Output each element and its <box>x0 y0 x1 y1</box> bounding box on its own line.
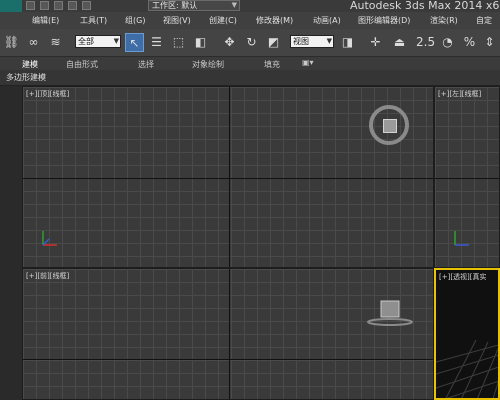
tab-selection[interactable]: 选择 <box>138 59 154 70</box>
menu-create[interactable]: 创建(C) <box>209 15 237 26</box>
scale-icon[interactable]: ◩ <box>264 33 283 52</box>
workspace-select-value: 工作区: 默认 <box>152 1 198 10</box>
menu-graph-editors[interactable]: 图形编辑器(D) <box>358 15 410 26</box>
ribbon-panel: 多边形建模 <box>0 70 500 86</box>
tab-modeling[interactable]: 建模 <box>22 59 38 70</box>
viewport-label[interactable]: [+][顶][线框] <box>26 89 69 99</box>
viewport-label[interactable]: [+][前][线框] <box>26 271 69 281</box>
app-title: Autodesk 3ds Max 2014 x64 <box>350 0 500 12</box>
app-icon[interactable] <box>0 0 22 12</box>
rotate-icon[interactable]: ↻ <box>242 33 261 52</box>
select-object-icon[interactable]: ↖ <box>125 33 144 52</box>
grid-axis-vertical <box>229 87 230 267</box>
axis-tripod-icon <box>454 231 469 246</box>
tab-object-paint[interactable]: 对象绘制 <box>192 59 224 70</box>
viewcube-face[interactable] <box>383 119 397 133</box>
link-icon[interactable]: ⛓ <box>2 33 21 52</box>
menu-views[interactable]: 视图(V) <box>163 15 191 26</box>
menu-modifiers[interactable]: 修改器(M) <box>256 15 293 26</box>
move-icon[interactable]: ✥ <box>220 33 239 52</box>
viewcube-icon[interactable] <box>369 105 409 145</box>
menu-rendering[interactable]: 渲染(R) <box>430 15 458 26</box>
workspace-select[interactable]: 工作区: 默认 ▼ <box>148 0 240 11</box>
bind-space-warp-icon[interactable]: ≋ <box>46 33 65 52</box>
grid-axis-horizontal <box>435 178 499 179</box>
spinner-snap-icon[interactable]: ⇕ <box>480 33 499 52</box>
menu-tools[interactable]: 工具(T) <box>80 15 107 26</box>
main-toolbar: ⛓ ∞ ≋ 全部 ▼ ↖ ☰ ⬚ ◧ ✥ ↻ ◩ 视图 ▼ ◨ ✛ ⏏ 2.5 … <box>0 29 500 57</box>
viewport-front[interactable]: [+][前][线框] <box>22 268 434 400</box>
chevron-down-icon: ▼ <box>231 1 237 9</box>
ribbon-options-icon[interactable]: ▣▾ <box>302 58 314 67</box>
viewport-perspective[interactable]: [+][透视][真实 <box>434 268 500 400</box>
reference-coord-value: 视图 <box>293 37 309 46</box>
pivot-icon[interactable]: ◨ <box>338 33 357 52</box>
title-bar: 工作区: 默认 ▼ Autodesk 3ds Max 2014 x64 <box>0 0 500 12</box>
save-file-icon[interactable] <box>54 1 63 10</box>
redo-icon[interactable] <box>82 1 91 10</box>
window-crossing-icon[interactable]: ◧ <box>191 33 210 52</box>
select-by-name-icon[interactable]: ☰ <box>147 33 166 52</box>
left-strip <box>0 86 23 400</box>
menu-bar: 编辑(E) 工具(T) 组(G) 视图(V) 创建(C) 修改器(M) 动画(A… <box>0 12 500 30</box>
grid-axis-vertical <box>229 269 230 399</box>
menu-animation[interactable]: 动画(A) <box>313 15 341 26</box>
tab-freeform[interactable]: 自由形式 <box>66 59 98 70</box>
menu-edit[interactable]: 编辑(E) <box>32 15 59 26</box>
selection-filter-select[interactable]: 全部 ▼ <box>75 35 121 48</box>
select-manipulate-icon[interactable]: ✛ <box>366 33 385 52</box>
viewport-top[interactable]: [+][顶][线框] <box>22 86 434 268</box>
panel-label[interactable]: 多边形建模 <box>6 72 46 83</box>
viewport-label[interactable]: [+][左][线框] <box>438 89 481 99</box>
viewport-left[interactable]: [+][左][线框] <box>434 86 500 268</box>
percent-snap-icon[interactable]: % <box>460 33 479 52</box>
new-file-icon[interactable] <box>26 1 35 10</box>
keyboard-shortcut-icon[interactable]: ⏏ <box>390 33 409 52</box>
perspective-grid <box>436 339 498 398</box>
reference-coord-select[interactable]: 视图 ▼ <box>290 35 334 48</box>
viewcube-icon[interactable] <box>365 295 415 329</box>
rect-selection-icon[interactable]: ⬚ <box>169 33 188 52</box>
undo-icon[interactable] <box>68 1 77 10</box>
chevron-down-icon: ▼ <box>113 37 119 45</box>
axis-tripod-icon <box>42 231 57 246</box>
snap-toggle-icon[interactable]: 2.5 <box>416 33 435 52</box>
unlink-icon[interactable]: ∞ <box>24 33 43 52</box>
selection-filter-value: 全部 <box>78 37 94 46</box>
menu-customize[interactable]: 自定 <box>476 15 492 26</box>
tab-populate[interactable]: 填充 <box>264 59 280 70</box>
menu-group[interactable]: 组(G) <box>125 15 145 26</box>
open-file-icon[interactable] <box>40 1 49 10</box>
angle-snap-icon[interactable]: ◔ <box>438 33 457 52</box>
chevron-down-icon: ▼ <box>326 37 332 45</box>
ribbon-tabs: 建模 自由形式 选择 对象绘制 填充 ▣▾ <box>0 57 500 70</box>
